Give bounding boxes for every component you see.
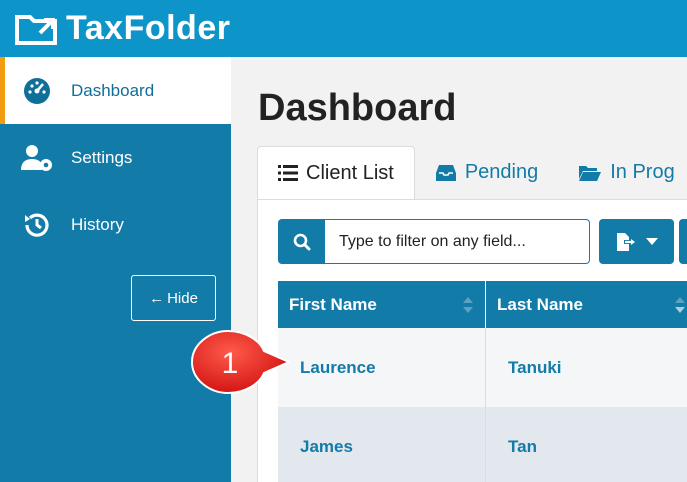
step-callout: 1 [190, 329, 290, 395]
tab-in-progress[interactable]: In Prog [558, 146, 687, 199]
sidebar-item-settings[interactable]: Settings [0, 124, 231, 191]
list-icon [278, 164, 298, 182]
search-button[interactable] [278, 219, 325, 264]
tab-label: In Prog [610, 161, 675, 183]
dashboard-gauge-icon [20, 74, 54, 108]
sort-icon [675, 297, 685, 313]
history-icon [20, 208, 54, 242]
more-options-button[interactable] [679, 219, 687, 264]
tab-pending[interactable]: Pending [415, 146, 558, 199]
client-table: First Name Last Name Laurence Tanuki Jam… [278, 281, 687, 482]
table-header: First Name Last Name [278, 281, 687, 328]
filter-input[interactable] [325, 219, 590, 264]
folder-logo-icon [15, 14, 57, 45]
sidebar-item-label: Dashboard [71, 80, 155, 100]
cell-first-name[interactable]: James [278, 407, 486, 482]
main-content: Dashboard Client List Pending In Prog Ty… [231, 57, 687, 482]
caret-down-icon [646, 237, 658, 245]
sidebar-item-dashboard[interactable]: Dashboard [0, 57, 245, 124]
sort-icon [463, 297, 473, 313]
tab-label: Pending [464, 161, 539, 183]
cell-first-name[interactable]: Laurence [278, 328, 486, 407]
tab-bar: Client List Pending In Prog [257, 146, 687, 199]
folder-open-icon [578, 164, 602, 182]
tab-client-list[interactable]: Client List [257, 146, 415, 199]
column-header-last-name[interactable]: Last Name [486, 281, 687, 328]
inbox-icon [435, 164, 457, 182]
arrow-left-icon: ← [149, 289, 165, 307]
column-label: Last Name [497, 294, 583, 314]
top-bar: TaxFolder [0, 0, 687, 57]
sidebar: Dashboard Settings History ← Hide [0, 57, 245, 482]
search-icon [293, 233, 310, 250]
sidebar-item-history[interactable]: History [0, 191, 231, 258]
sidebar-item-label: History [71, 214, 124, 234]
cell-last-name[interactable]: Tan [486, 407, 687, 482]
client-list-panel: First Name Last Name Laurence Tanuki Jam… [257, 199, 687, 482]
table-row[interactable]: James Tan [278, 407, 687, 482]
column-label: First Name [289, 294, 377, 314]
hide-sidebar-button[interactable]: ← Hide [131, 275, 216, 321]
file-export-icon [617, 232, 635, 251]
column-header-first-name[interactable]: First Name [278, 281, 486, 328]
export-dropdown-button[interactable] [599, 219, 674, 264]
app-name: TaxFolder [66, 9, 231, 47]
table-row[interactable]: Laurence Tanuki [278, 328, 687, 407]
page-title: Dashboard [258, 87, 457, 129]
user-gear-icon [20, 141, 54, 175]
hide-label: Hide [167, 289, 198, 307]
sidebar-item-label: Settings [71, 147, 133, 167]
app-logo[interactable]: TaxFolder [0, 9, 230, 48]
tab-label: Client List [306, 161, 394, 184]
cell-last-name[interactable]: Tanuki [486, 328, 687, 407]
callout-number: 1 [222, 347, 239, 380]
filter-group [278, 219, 590, 264]
